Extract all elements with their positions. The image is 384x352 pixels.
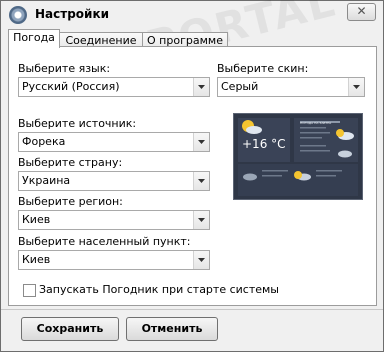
window-title: Настройки (35, 7, 110, 21)
cancel-button[interactable]: Отменить (126, 317, 218, 341)
app-icon (9, 6, 27, 24)
region-select[interactable]: Киев (18, 210, 210, 230)
chevron-down-icon[interactable] (193, 251, 209, 269)
chevron-down-icon[interactable] (193, 78, 209, 96)
skin-value: Серый (221, 80, 259, 93)
country-select[interactable]: Украина (18, 171, 210, 191)
city-value: Киев (22, 253, 51, 266)
weather-widget-preview: +16 °C ПОГОДА НА ЗАВТРА (234, 114, 362, 199)
preview-header: ПОГОДА НА ЗАВТРА (300, 121, 332, 125)
settings-window: Настройки ✕ SOFTPORTAL Погода Соединение… (0, 0, 384, 352)
weather-settings-panel: Выберите язык: Русский (Россия) Выберите… (8, 46, 377, 306)
language-select[interactable]: Русский (Россия) (18, 77, 210, 97)
skin-label: Выберите скин: (217, 62, 309, 75)
footer-separator (1, 309, 383, 310)
source-label: Выберите источник: (18, 117, 137, 130)
chevron-down-icon[interactable] (348, 78, 364, 96)
city-select[interactable]: Киев (18, 250, 210, 270)
source-value: Форека (22, 135, 66, 148)
skin-select[interactable]: Серый (217, 77, 365, 97)
close-button[interactable]: ✕ (347, 3, 376, 21)
country-label: Выберите страну: (18, 156, 123, 169)
skin-preview-image: +16 °C ПОГОДА НА ЗАВТРА (233, 113, 363, 200)
tab-weather[interactable]: Погода (8, 29, 60, 48)
autostart-label: Запускать Погодник при старте системы (39, 283, 279, 296)
chevron-down-icon[interactable] (193, 133, 209, 151)
source-select[interactable]: Форека (18, 132, 210, 152)
region-value: Киев (22, 213, 51, 226)
city-label: Выберите населенный пункт: (18, 235, 191, 248)
language-label: Выберите язык: (18, 62, 111, 75)
preview-temperature: +16 °C (242, 137, 286, 151)
chevron-down-icon[interactable] (193, 172, 209, 190)
country-value: Украина (22, 174, 71, 187)
autostart-checkbox[interactable] (23, 284, 36, 297)
region-label: Выберите регион: (18, 195, 123, 208)
language-value: Русский (Россия) (22, 80, 120, 93)
save-button[interactable]: Сохранить (21, 317, 119, 341)
chevron-down-icon[interactable] (193, 211, 209, 229)
